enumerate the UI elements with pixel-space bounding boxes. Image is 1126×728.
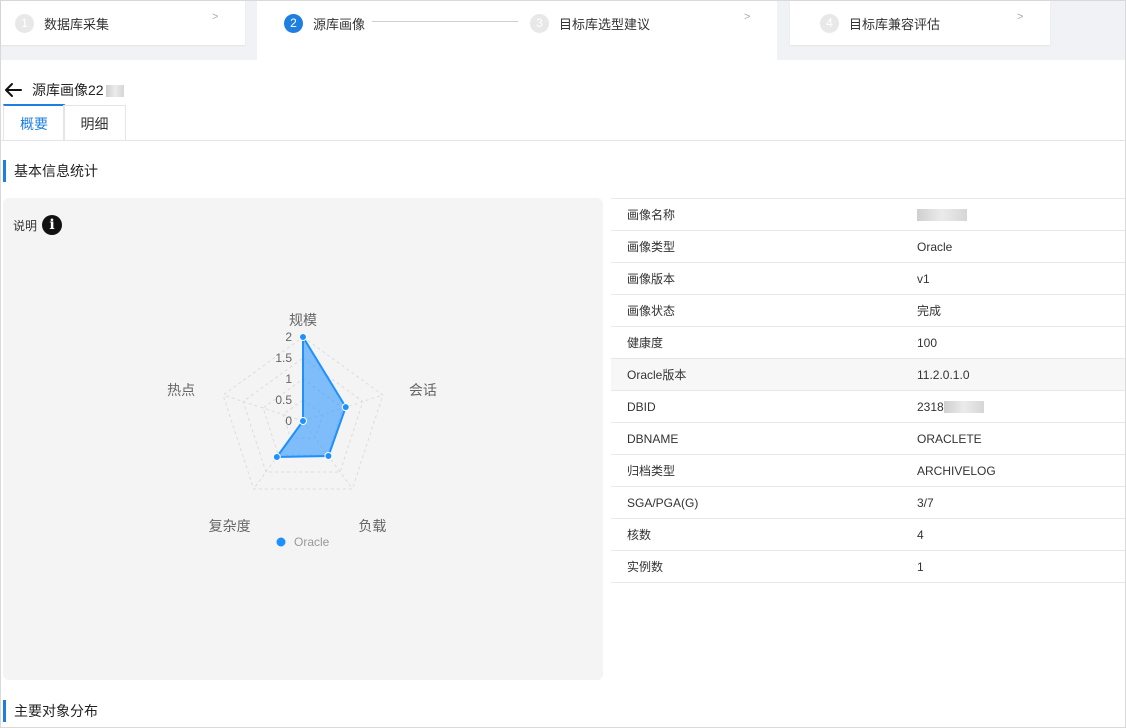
info-key: 画像版本 [611,262,917,295]
radar-axis-label: 规模 [289,312,317,328]
step-2-3-card: 2 源库画像 3 目标库选型建议 > [257,1,777,60]
info-value: 4 [917,518,1125,551]
info-value: 3/7 [917,486,1125,519]
step-1-label: 数据库采集 [44,16,110,32]
step-4-number: 4 [820,13,839,33]
table-row: 归档类型 ARCHIVELOG [611,454,1125,487]
radar-axis-label: 复杂度 [209,518,251,534]
radar-tick-label: 0.5 [275,393,292,407]
redacted-text [943,401,984,414]
step-1-card[interactable]: 1 数据库采集 > [1,1,245,45]
table-row: 画像类型 Oracle [611,230,1125,263]
info-value: ARCHIVELOG [917,454,1125,487]
info-key: 健康度 [611,326,917,359]
table-row: 健康度 100 [611,326,1125,359]
info-key: 画像状态 [611,294,917,327]
info-key: 画像类型 [611,230,917,263]
radar-tick-label: 0 [285,414,292,428]
info-key: 归档类型 [611,454,917,487]
info-value [917,198,1125,231]
info-value: 1 [917,550,1125,583]
info-value: 2318 [917,390,1125,423]
legend-marker [276,537,286,547]
info-key: Oracle版本 [611,358,917,391]
step-3-label[interactable]: 目标库选型建议 [559,14,650,33]
radar-data-point [324,451,333,460]
tab-detail[interactable]: 明细 [63,105,126,141]
section-title-objects: 主要对象分布 [3,700,98,722]
tab-overview[interactable]: 概要 [3,104,65,141]
info-key: DBID [611,390,917,423]
table-row: SGA/PGA(G) 3/7 [611,486,1125,519]
radar-axis-label: 热点 [167,382,195,398]
legend-label: Oracle [294,535,330,549]
page-title: 源库画像22 [32,80,124,100]
radar-data-point [341,403,350,412]
page-title-text: 源库画像22 [32,82,104,98]
table-row: DBID 2318 [611,390,1125,423]
redacted-text [105,85,124,98]
step-4-label: 目标库兼容评估 [849,16,941,32]
redacted-text [917,209,967,222]
back-arrow-icon[interactable] [3,80,23,100]
info-key: DBNAME [611,422,917,455]
step-4-card[interactable]: 4 目标库兼容评估 > [790,1,1050,45]
step-2-number: 2 [284,13,303,33]
radar-data-point [272,453,281,462]
table-row: 画像状态 完成 [611,294,1125,327]
info-key: 实例数 [611,550,917,583]
chevron-right-icon: > [212,11,219,23]
info-value: 完成 [917,294,1125,327]
radar-chart: 2 1.5 1 0.5 0 规模会话负载 复杂度 热点 Oracle [167,312,437,549]
table-row: 核数 4 [611,518,1125,551]
chevron-right-icon: > [744,11,751,23]
section-title-basic: 基本信息统计 [3,160,98,182]
radar-tick-label: 1 [285,372,292,386]
basic-info-table: 画像名称 画像类型 Oracle 画像版本 v1 画像状态 完成 健康度 100 Oracle版本… [611,198,1125,583]
table-row: 实例数 1 [611,550,1125,583]
radar-axis-label: 负载 [358,518,386,534]
info-value: Oracle [917,230,1125,263]
info-key: 核数 [611,518,917,551]
table-row: DBNAME ORACLETE [611,422,1125,455]
step-connector-line [372,21,518,22]
radar-data-point [299,417,307,425]
step-3-number: 3 [530,13,549,33]
step-1-number: 1 [15,13,34,33]
chart-panel: 说明 i 2 1.5 1 0.5 0 规模 会话 负载 复杂度 热点 Oracle [3,198,603,680]
info-value: v1 [917,262,1125,295]
table-row: 画像版本 v1 [611,262,1125,295]
info-value: 11.2.0.1.0 [917,358,1125,391]
step-2-label[interactable]: 源库画像 [313,14,365,33]
radar-tick-label: 2 [285,330,292,344]
table-row: 画像名称 [611,198,1125,231]
info-value: 100 [917,326,1125,359]
info-key: SGA/PGA(G) [611,486,917,519]
table-row: Oracle版本 11.2.0.1.0 [611,358,1125,391]
info-value: ORACLETE [917,422,1125,455]
chevron-right-icon: > [1017,11,1024,23]
radar-tick-label: 1.5 [275,351,292,365]
info-key: 画像名称 [611,198,917,231]
radar-axis-label: 会话 [409,382,437,398]
tabs-divider [1,140,1125,141]
radar-data-point [299,333,307,341]
